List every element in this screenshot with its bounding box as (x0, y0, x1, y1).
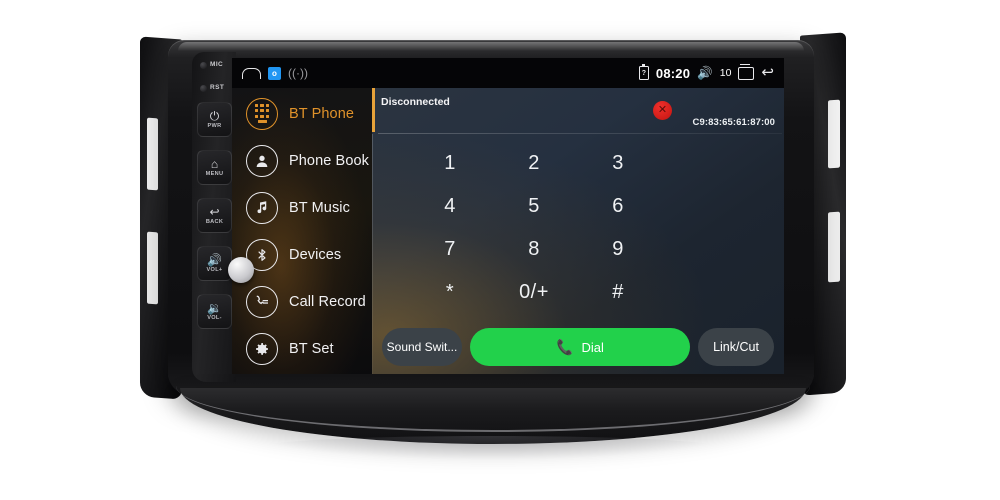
disconnect-button[interactable]: ✕ (653, 101, 672, 120)
sidebar-item-phone-book[interactable]: Phone Book (232, 137, 372, 184)
mic-led (200, 62, 207, 69)
back-button[interactable]: ↩ BACK (197, 198, 232, 233)
connection-status: Disconnected (381, 96, 450, 108)
sound-switch-button[interactable]: Sound Swit... (382, 328, 462, 366)
app-sidebar: BT Phone Phone Book BT Music Devices Cal… (232, 88, 372, 374)
key-3[interactable]: 3 (576, 142, 660, 185)
back-arrow-icon: ↩ (209, 205, 220, 219)
unit-top-highlight (178, 42, 804, 51)
dial-button-label: Dial (581, 339, 604, 355)
panel-left-divider (372, 134, 373, 374)
menu-button[interactable]: ⌂ MENU (197, 150, 232, 185)
phone-icon: 📞 (555, 337, 575, 356)
dialpad-icon (246, 97, 278, 130)
sidebar-label-call-record: Call Record (289, 293, 366, 310)
touchscreen-display[interactable]: o ((·)) ? 08:20 🔊 10 ↩ BT Phone Phone Bo… (232, 58, 784, 374)
wifi-icon: ((·)) (288, 66, 308, 80)
key-hash[interactable]: # (576, 271, 660, 314)
power-button-label: PWR (207, 123, 222, 129)
reset-led (200, 85, 207, 92)
key-star[interactable]: * (408, 271, 492, 314)
sidebar-item-call-record[interactable]: Call Record (232, 278, 372, 325)
recent-apps-icon[interactable] (738, 63, 755, 80)
key-6[interactable]: 6 (576, 185, 660, 228)
music-note-icon (246, 191, 278, 224)
battery-icon: ? (638, 64, 649, 80)
reset-label: RST (210, 84, 225, 91)
android-status-bar: o ((·)) ? 08:20 🔊 10 ↩ (232, 58, 784, 88)
clock: 08:20 (655, 65, 691, 81)
status-bar-left: o ((·)) (242, 66, 308, 80)
volume-down-label: VOL- (207, 315, 222, 321)
power-button[interactable]: ⏻ PWR (197, 102, 232, 137)
home-icon[interactable] (242, 67, 261, 79)
key-5[interactable]: 5 (492, 185, 576, 228)
home-icon: ⌂ (210, 157, 219, 171)
key-7[interactable]: 7 (408, 228, 492, 271)
key-zero[interactable]: 0/+ (492, 271, 576, 314)
key-9[interactable]: 9 (576, 228, 660, 271)
volume-down-button[interactable]: 🔉 VOL- (197, 294, 232, 329)
drop-shadow (255, 436, 725, 460)
mic-label: MIC (210, 61, 224, 68)
key-8[interactable]: 8 (492, 228, 576, 271)
bt-phone-panel: Disconnected ✕ C9:83:65:61:87:00 1 2 3 4… (372, 88, 784, 374)
back-button-label: BACK (205, 219, 224, 225)
volume-down-icon: 🔉 (207, 301, 222, 315)
bracket-clip (147, 117, 158, 191)
status-bar-right: ? 08:20 🔊 10 ↩ (638, 63, 774, 81)
header-divider (378, 133, 782, 134)
app-indicator-icon[interactable]: o (268, 66, 281, 80)
key-2[interactable]: 2 (492, 142, 576, 185)
gear-icon (246, 332, 278, 365)
sidebar-label-bt-phone: BT Phone (289, 105, 355, 122)
contact-icon (246, 144, 278, 177)
dial-button[interactable]: 📞 Dial (470, 328, 690, 366)
hardware-button-bezel: MIC RST ⏻ PWR ⌂ MENU ↩ BACK 🔊 VOL+ 🔉 VOL… (192, 52, 236, 382)
bracket-clip (147, 231, 158, 305)
sidebar-label-devices: Devices (289, 246, 342, 263)
call-log-icon (246, 285, 278, 318)
sidebar-item-bt-music[interactable]: BT Music (232, 184, 372, 231)
link-cut-button[interactable]: Link/Cut (698, 328, 774, 366)
bt-phone-app: BT Phone Phone Book BT Music Devices Cal… (232, 88, 784, 374)
dial-keypad[interactable]: 1 2 3 4 5 6 7 8 9 * 0/+ # (408, 142, 660, 314)
sidebar-label-phone-book: Phone Book (289, 152, 370, 169)
volume-up-label: VOL+ (206, 267, 223, 273)
bracket-clip (828, 99, 840, 169)
sidebar-item-bt-set[interactable]: BT Set (232, 325, 372, 372)
bracket-clip (828, 211, 840, 283)
screenshot-stage: MIC RST ⏻ PWR ⌂ MENU ↩ BACK 🔊 VOL+ 🔉 VOL… (0, 0, 1000, 500)
sidebar-label-bt-music: BT Music (289, 199, 350, 216)
volume-up-button[interactable]: 🔊 VOL+ (197, 246, 232, 281)
menu-button-label: MENU (205, 171, 224, 177)
sidebar-item-bt-phone[interactable]: BT Phone (232, 90, 372, 137)
back-icon[interactable]: ↩ (761, 65, 774, 80)
sidebar-label-bt-set: BT Set (289, 340, 334, 357)
speaker-icon[interactable]: 🔊 (697, 66, 713, 81)
action-bar: Sound Swit... 📞 Dial Link/Cut (382, 328, 774, 366)
volume-level: 10 (719, 67, 732, 79)
power-icon: ⏻ (209, 109, 220, 123)
key-1[interactable]: 1 (408, 142, 492, 185)
volume-up-icon: 🔊 (207, 253, 222, 267)
accent-bar (372, 88, 375, 132)
volume-knob[interactable] (228, 257, 254, 283)
mac-address: C9:83:65:61:87:00 (692, 117, 775, 128)
key-4[interactable]: 4 (408, 185, 492, 228)
